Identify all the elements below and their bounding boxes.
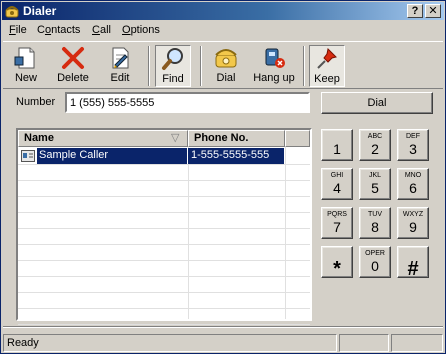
toolbar-separator xyxy=(148,46,150,86)
toolbar-separator xyxy=(200,46,202,86)
status-text: Ready xyxy=(3,334,337,352)
grid-line xyxy=(285,147,286,319)
grid-line xyxy=(18,276,310,277)
list-header: Name ▽ Phone No. xyxy=(18,130,310,147)
status-pane-3 xyxy=(391,334,443,352)
key-letters xyxy=(398,250,428,258)
grid-line xyxy=(18,308,310,309)
column-header-name[interactable]: Name ▽ xyxy=(18,130,188,147)
grid-line xyxy=(18,260,310,261)
grid-line xyxy=(18,196,310,197)
pushpin-icon xyxy=(317,47,337,69)
key-digit: 6 xyxy=(409,180,417,196)
key-digit: 7 xyxy=(333,219,341,235)
contact-name: Sample Caller xyxy=(37,148,187,164)
keypad-key[interactable]: # xyxy=(397,246,429,280)
grid-line xyxy=(188,147,189,319)
key-letters: GHI xyxy=(330,172,344,179)
sort-arrow-icon: ▽ xyxy=(171,132,180,144)
red-x-icon xyxy=(62,47,84,69)
grid-line xyxy=(18,212,310,213)
keep-button[interactable]: Keep xyxy=(309,45,345,87)
key-digit: 1 xyxy=(333,141,341,157)
contact-phone: 1-555-5555-555 xyxy=(188,148,284,164)
toolbar: New Delete Edit Find Dial Hang up Keep xyxy=(3,41,443,89)
key-digit: 0 xyxy=(371,258,379,274)
magnifier-icon xyxy=(162,48,183,70)
delete-button[interactable]: Delete xyxy=(53,45,93,87)
dial-button-toolbar[interactable]: Dial xyxy=(209,45,243,87)
find-button[interactable]: Find xyxy=(155,45,191,87)
toolbar-separator xyxy=(303,46,305,86)
menu-file[interactable]: File xyxy=(9,24,27,36)
keypad-key[interactable]: * xyxy=(321,246,353,280)
keypad-key[interactable]: OPER 0 xyxy=(359,246,391,278)
keypad-key[interactable]: PQRS 7 xyxy=(321,207,353,239)
title-bar[interactable]: Dialer ? ✕ xyxy=(2,2,444,20)
keypad-key[interactable]: DEF 3 xyxy=(397,129,429,161)
key-digit: 4 xyxy=(333,180,341,196)
number-input[interactable] xyxy=(65,92,310,113)
divider xyxy=(3,326,443,328)
key-digit: * xyxy=(333,258,341,280)
key-letters: MNO xyxy=(404,172,422,179)
telephone-icon xyxy=(215,49,237,68)
key-letters: DEF xyxy=(406,133,420,140)
keypad-key[interactable]: 1 xyxy=(321,129,353,161)
key-digit: 2 xyxy=(371,141,379,157)
edit-button[interactable]: Edit xyxy=(102,45,138,87)
key-digit: 3 xyxy=(409,141,417,157)
contacts-list[interactable]: Name ▽ Phone No. Sample Caller 1-555-555… xyxy=(16,128,312,325)
edit-document-icon xyxy=(112,47,129,69)
menu-bar: File Contacts Call Options xyxy=(3,22,443,40)
key-letters xyxy=(322,250,352,258)
key-letters: OPER xyxy=(365,250,385,257)
key-letters: ABC xyxy=(367,133,383,140)
keypad-key[interactable]: GHI 4 xyxy=(321,168,353,200)
menu-options[interactable]: Options xyxy=(122,24,160,36)
column-header-phone[interactable]: Phone No. xyxy=(188,130,285,147)
key-letters: PQRS xyxy=(327,211,347,218)
keypad-key[interactable]: MNO 6 xyxy=(397,168,429,200)
close-button[interactable]: ✕ xyxy=(425,4,441,18)
grid-line xyxy=(18,324,310,325)
key-letters: JKL xyxy=(368,172,382,179)
keypad-key[interactable]: WXYZ 9 xyxy=(397,207,429,239)
keypad-key[interactable]: TUV 8 xyxy=(359,207,391,239)
key-digit: 5 xyxy=(371,180,379,196)
grid-line xyxy=(18,180,310,181)
grid-line xyxy=(18,228,310,229)
hangup-icon xyxy=(265,48,285,68)
menu-contacts[interactable]: Contacts xyxy=(37,24,80,36)
dialer-window: Dialer ? ✕ File Contacts Call Options Ne… xyxy=(0,0,446,354)
keypad-key[interactable]: JKL 5 xyxy=(359,168,391,200)
status-bar: Ready xyxy=(3,334,443,352)
status-pane-2 xyxy=(339,334,389,352)
new-document-icon xyxy=(14,47,35,69)
dial-button[interactable]: Dial xyxy=(321,92,433,114)
window-title: Dialer xyxy=(23,4,57,18)
key-digit: # xyxy=(407,258,419,280)
key-digit: 9 xyxy=(409,219,417,235)
grid-line xyxy=(18,292,310,293)
table-row[interactable]: Sample Caller 1-555-5555-555 xyxy=(18,148,310,164)
column-header-filler xyxy=(285,130,310,147)
key-letters xyxy=(322,133,352,141)
key-digit: 8 xyxy=(371,219,379,235)
number-label: Number xyxy=(16,96,56,108)
key-letters: WXYZ xyxy=(402,211,424,218)
help-button[interactable]: ? xyxy=(407,4,423,18)
phone-icon xyxy=(5,4,19,18)
grid-line xyxy=(18,164,310,165)
new-button[interactable]: New xyxy=(7,45,45,87)
hangup-button[interactable]: Hang up xyxy=(251,45,297,87)
keypad-key[interactable]: ABC 2 xyxy=(359,129,391,161)
key-letters: TUV xyxy=(368,211,382,218)
menu-call[interactable]: Call xyxy=(92,24,111,36)
grid-line xyxy=(18,244,310,245)
contact-card-icon xyxy=(21,150,35,165)
